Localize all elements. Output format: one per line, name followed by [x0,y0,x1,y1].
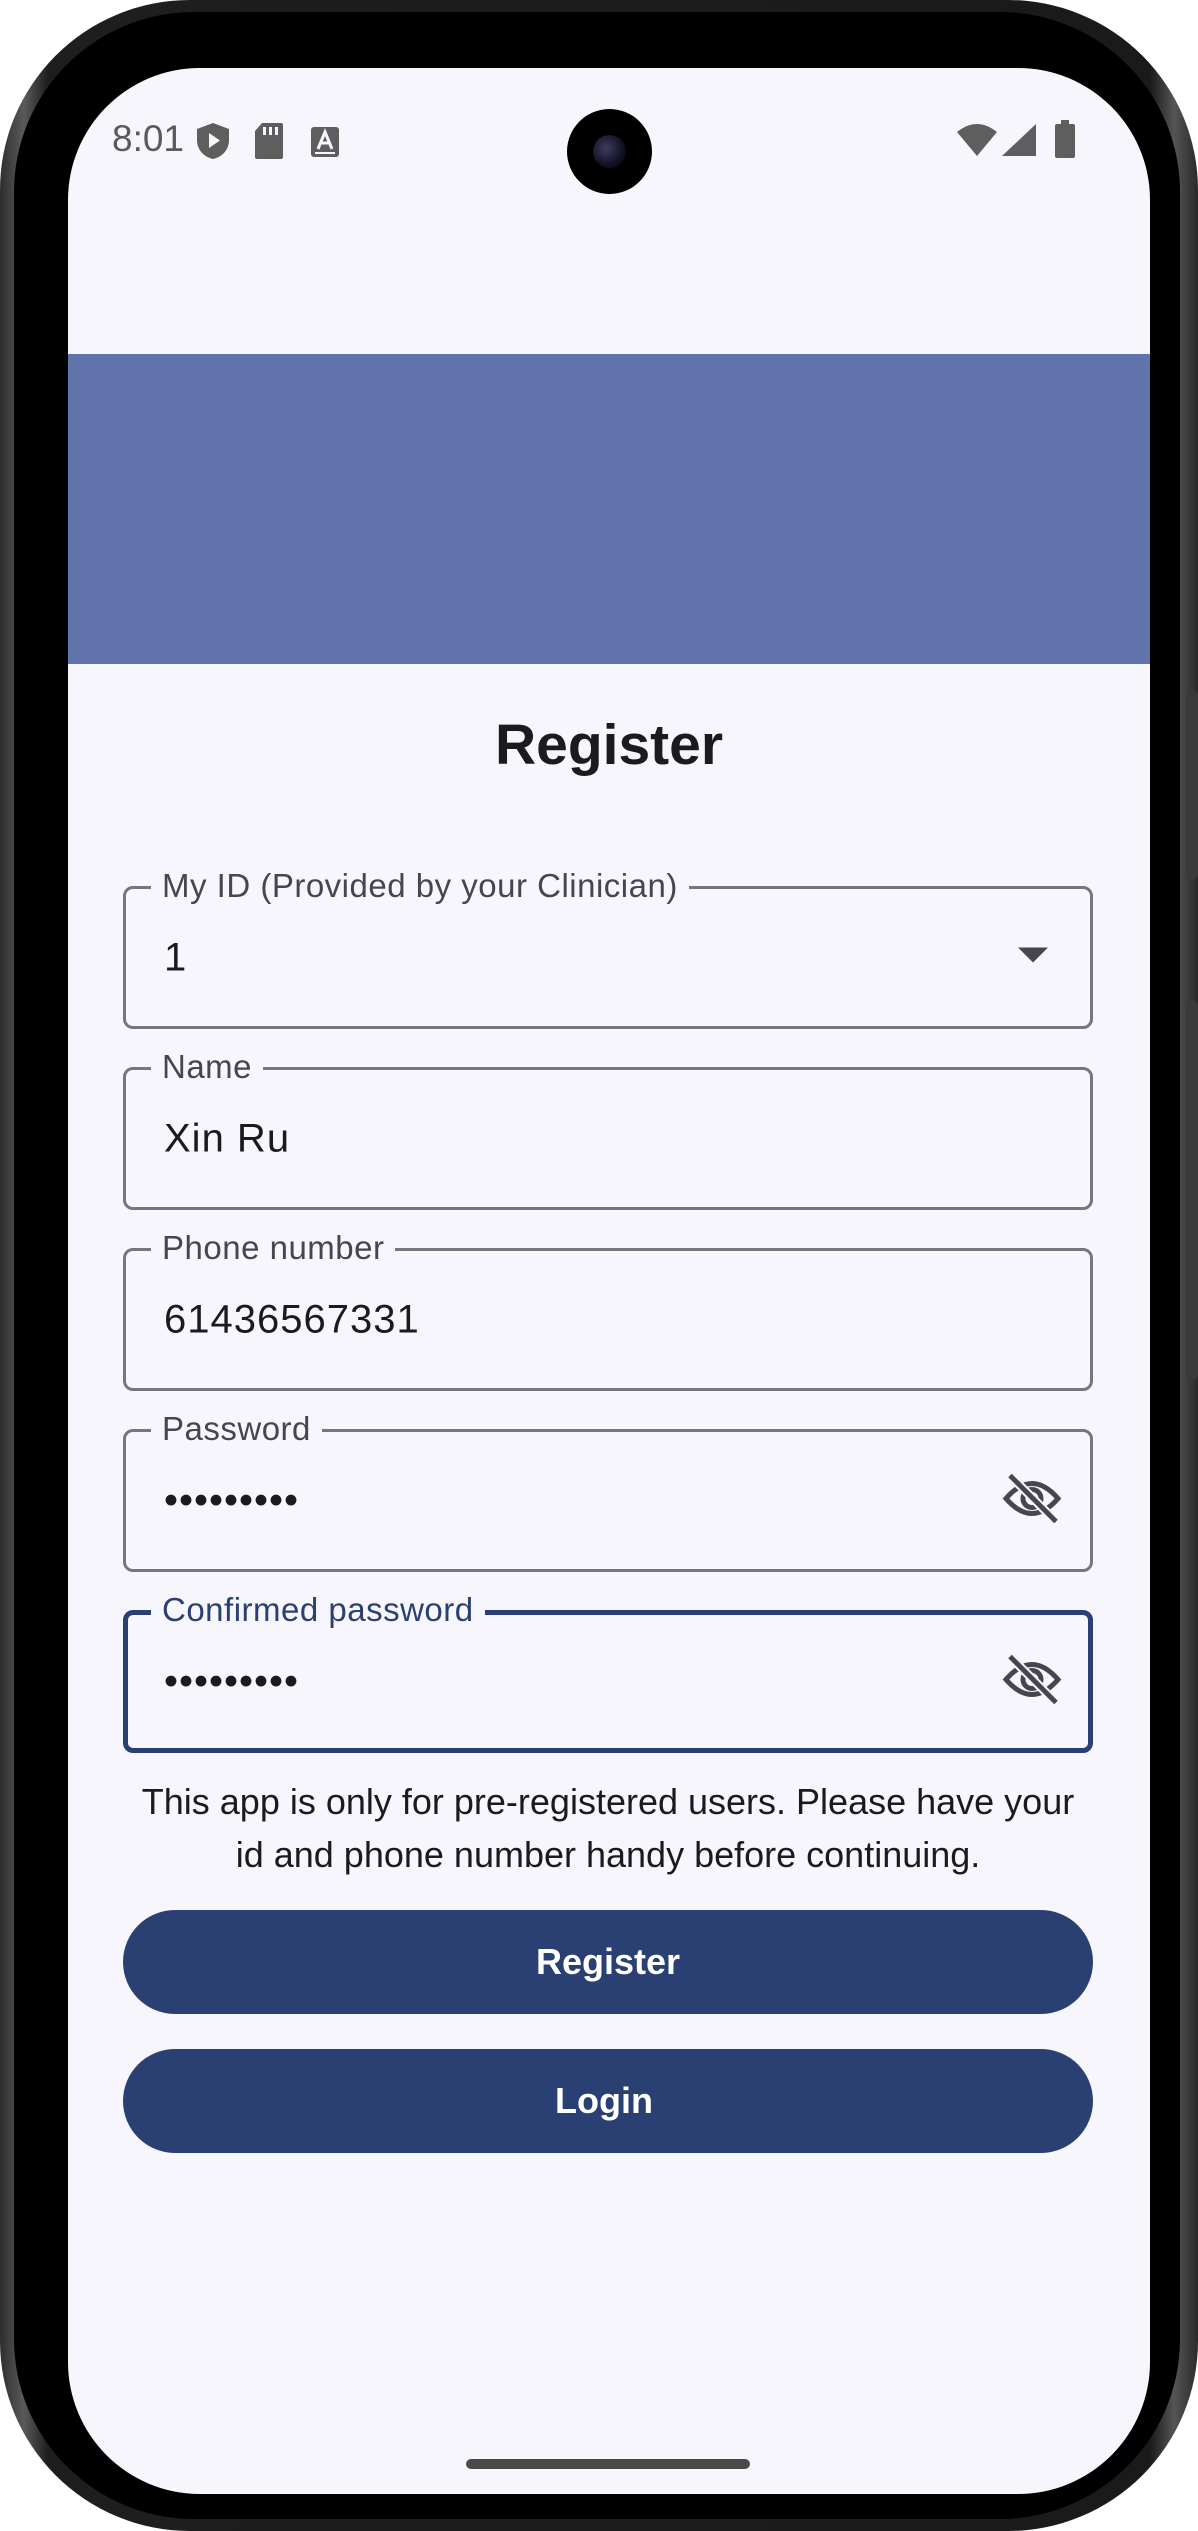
phone-number-value: 61436567331 [164,1297,420,1341]
wifi-icon [957,124,997,161]
volume-button [1186,1000,1198,1380]
confirm-password-value: ••••••••• [164,1659,300,1703]
play-protect-icon [196,122,230,165]
status-time: 8:01 [112,118,185,159]
status-bar: 8:01 [68,68,1150,218]
password-value: ••••••••• [164,1478,300,1522]
sd-card-icon [254,122,284,165]
visibility-off-icon[interactable] [1002,1471,1062,1529]
pre-registration-note: This app is only for pre-registered user… [141,1781,1075,1875]
login-button[interactable]: Login [123,2049,1093,2153]
phone-frame: 8:01 Register My ID (Provided by your Cl… [0,0,1198,2531]
header-banner [68,354,1150,664]
my-id-value: 1 [164,935,188,979]
page-title: Register [494,713,724,777]
battery-icon [1054,120,1076,163]
my-id-dropdown[interactable]: My ID (Provided by your Clinician) 1 [123,867,1093,1029]
dropdown-arrow-icon[interactable] [1018,947,1048,968]
power-button [1186,690,1198,880]
phone-bezel: 8:01 Register My ID (Provided by your Cl… [14,12,1180,2519]
phone-number-label: Phone number [151,1229,396,1267]
confirm-password-label: Confirmed password [151,1591,485,1629]
visibility-off-icon[interactable] [1002,1652,1062,1710]
front-camera [567,109,652,194]
confirm-password-field[interactable]: Confirmed password ••••••••• [123,1591,1093,1753]
name-label: Name [151,1048,264,1086]
name-value: Xin Ru [164,1116,291,1160]
phone-number-field[interactable]: Phone number 61436567331 [123,1229,1093,1391]
font-a-icon [310,126,340,163]
register-button[interactable]: Register [123,1910,1093,2014]
my-id-label: My ID (Provided by your Clinician) [151,867,689,905]
signal-icon [1002,124,1036,161]
password-field[interactable]: Password ••••••••• [123,1410,1093,1572]
app-screen: 8:01 Register My ID (Provided by your Cl… [68,68,1150,2494]
password-label: Password [151,1410,322,1448]
home-gesture-bar[interactable] [466,2459,750,2469]
name-field[interactable]: Name Xin Ru [123,1048,1093,1210]
